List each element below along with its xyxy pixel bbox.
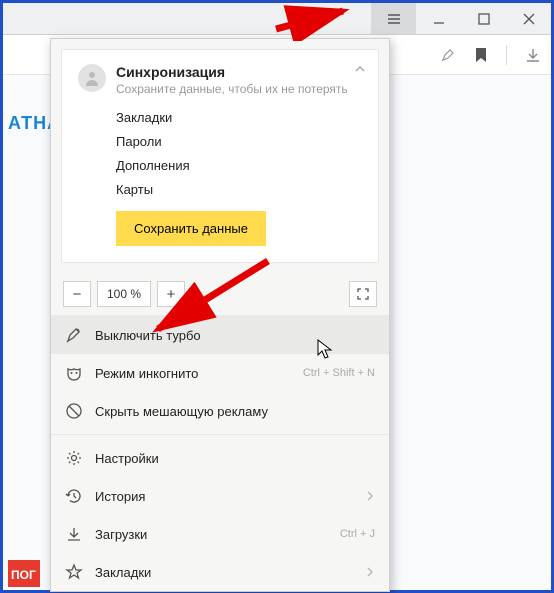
zoom-value: 100 % — [97, 281, 151, 307]
star-icon — [65, 563, 83, 581]
close-button[interactable] — [506, 3, 551, 34]
menu-item-label: Скрыть мешающую рекламу — [95, 404, 375, 419]
window-titlebar — [3, 3, 551, 35]
page-red-tag: ПОГ — [8, 560, 40, 587]
rocket-icon[interactable] — [440, 47, 456, 63]
shortcut-hint: Ctrl + Shift + N — [303, 367, 375, 379]
rocket-icon — [65, 326, 83, 344]
menu-item-gear[interactable]: Настройки — [51, 439, 389, 477]
menu-item-label: Настройки — [95, 451, 375, 466]
sync-link-addons[interactable]: Дополнения — [116, 158, 362, 173]
zoom-controls: − 100 % + — [51, 273, 389, 316]
fullscreen-button[interactable] — [349, 281, 377, 307]
main-menu-popup: Синхронизация Сохраните данные, чтобы их… — [50, 38, 390, 592]
zoom-out-button[interactable]: − — [63, 281, 91, 307]
chevron-up-icon[interactable] — [354, 62, 366, 80]
shortcut-hint: Ctrl + J — [340, 528, 375, 540]
maximize-button[interactable] — [461, 3, 506, 34]
menu-item-label: Загрузки — [95, 527, 328, 542]
separator — [51, 434, 389, 435]
menu-item-rocket[interactable]: Выключить турбо — [51, 316, 389, 354]
menu-item-star[interactable]: Закладки — [51, 553, 389, 591]
sync-links: Закладки Пароли Дополнения Карты — [116, 110, 362, 197]
zoom-in-button[interactable]: + — [157, 281, 185, 307]
sync-link-cards[interactable]: Карты — [116, 182, 362, 197]
sync-link-bookmarks[interactable]: Закладки — [116, 110, 362, 125]
menu-item-history[interactable]: История — [51, 477, 389, 515]
minimize-button[interactable] — [416, 3, 461, 34]
chevron-right-icon — [365, 565, 375, 580]
menu-item-label: Закладки — [95, 565, 353, 580]
avatar-icon — [78, 64, 106, 92]
gear-icon — [65, 449, 83, 467]
download-icon — [65, 525, 83, 543]
sync-subtitle: Сохраните данные, чтобы их не потерять — [116, 82, 348, 96]
menu-item-mask[interactable]: Режим инкогнито Ctrl + Shift + N — [51, 354, 389, 392]
tab-stack-icon[interactable] — [303, 11, 323, 29]
chevron-right-icon — [365, 489, 375, 504]
sync-title: Синхронизация — [116, 64, 348, 80]
download-icon[interactable] — [525, 47, 541, 63]
menu-item-label: Режим инкогнито — [95, 366, 291, 381]
menu-item-block[interactable]: Скрыть мешающую рекламу — [51, 392, 389, 430]
mask-icon — [65, 364, 83, 382]
bookmark-icon[interactable] — [474, 47, 488, 63]
menu-item-download[interactable]: Загрузки Ctrl + J — [51, 515, 389, 553]
menu-item-label: История — [95, 489, 353, 504]
block-icon — [65, 402, 83, 420]
menu-button[interactable] — [371, 3, 416, 34]
history-icon — [65, 487, 83, 505]
sync-card: Синхронизация Сохраните данные, чтобы их… — [61, 49, 379, 263]
menu-item-label: Выключить турбо — [95, 328, 375, 343]
sync-link-passwords[interactable]: Пароли — [116, 134, 362, 149]
save-data-button[interactable]: Сохранить данные — [116, 211, 266, 246]
divider — [506, 45, 507, 65]
